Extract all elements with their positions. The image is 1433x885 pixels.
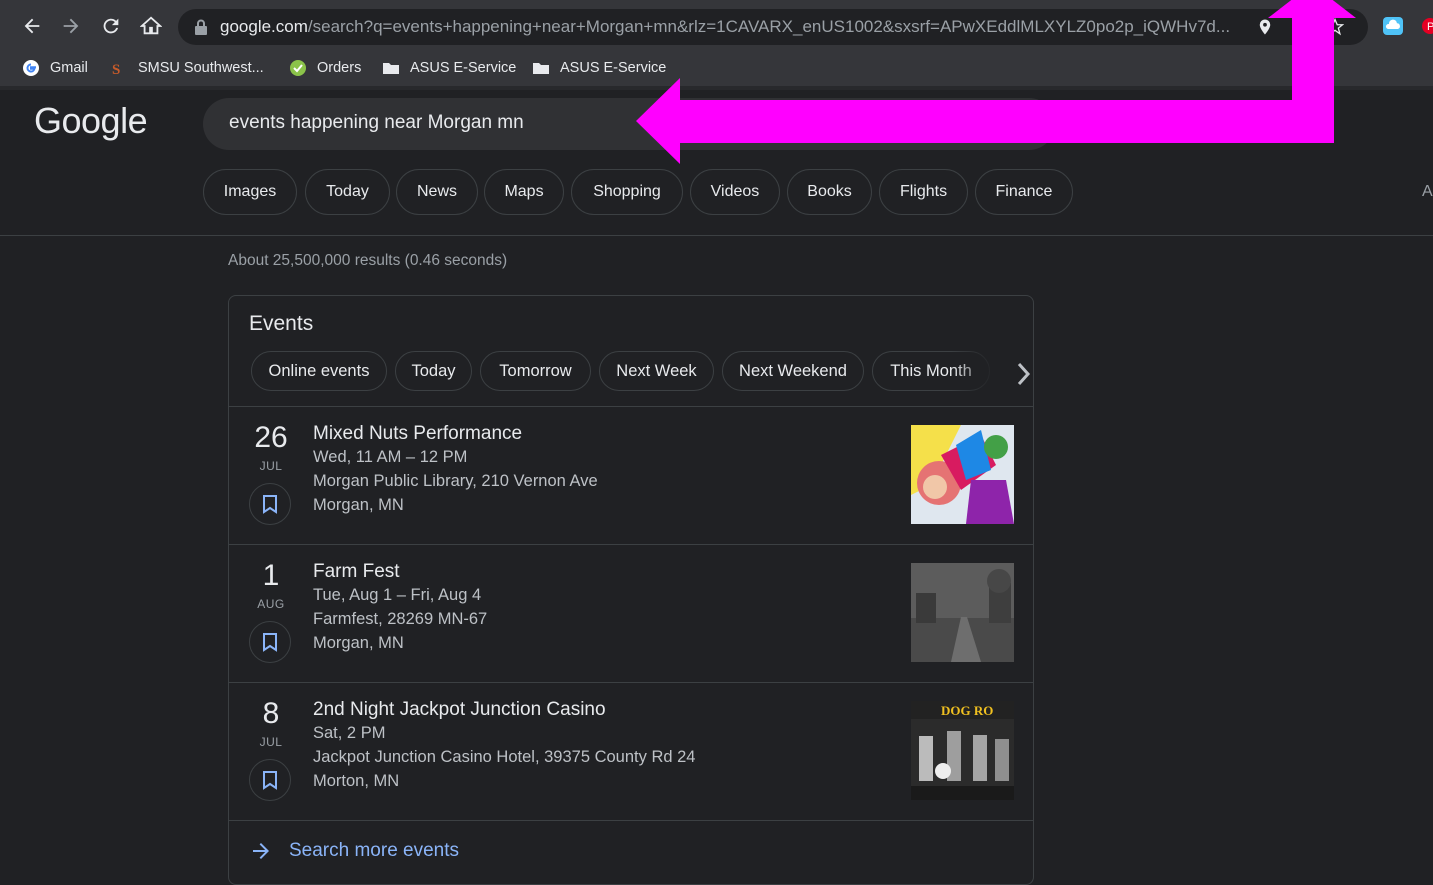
event-item[interactable]: 1 AUG Farm Fest Tue, Aug 1 – Fri, Aug 4 …	[229, 545, 1033, 682]
browser-toolbar: google.com/search?q=events+happening+nea…	[0, 0, 1433, 90]
back-arrow-icon	[24, 18, 40, 34]
event-thumbnail[interactable]	[911, 425, 1014, 524]
tab-images[interactable]: Images	[203, 169, 297, 215]
bookmark-label: SMSU Southwest...	[138, 60, 264, 76]
omnibox-row: google.com/search?q=events+happening+nea…	[0, 0, 1433, 54]
event-thumbnail[interactable]: DOG RO	[911, 701, 1014, 800]
event-month: AUG	[257, 597, 285, 611]
bookmark-icon	[263, 633, 277, 652]
orders-icon	[290, 60, 306, 76]
arrow-right-icon	[253, 843, 269, 859]
filter-tomorrow[interactable]: Tomorrow	[480, 351, 591, 391]
event-item[interactable]: 8 JUL 2nd Night Jackpot Junction Casino …	[229, 683, 1033, 820]
tab-overflow[interactable]: A	[1422, 183, 1433, 201]
bookmark-gmail[interactable]: Gmail	[22, 57, 88, 79]
tab-news[interactable]: News	[396, 169, 478, 215]
event-thumbnail[interactable]	[911, 563, 1014, 662]
svg-text:P: P	[1427, 21, 1433, 33]
reload-icon	[103, 18, 119, 34]
url-text[interactable]: google.com/search?q=events+happening+nea…	[220, 17, 1230, 37]
bookmark-icon	[263, 771, 277, 790]
back-button[interactable]	[18, 12, 46, 40]
tab-finance[interactable]: Finance	[975, 169, 1073, 215]
event-venue: Farmfest, 28269 MN-67	[313, 610, 488, 628]
chevron-right-icon[interactable]	[1013, 360, 1035, 388]
filter-online-events[interactable]: Online events	[251, 351, 387, 391]
save-event-button[interactable]	[249, 621, 291, 663]
cloud-extension-icon[interactable]	[1382, 16, 1404, 36]
bookmark-asus-2[interactable]: ASUS E-Service	[532, 57, 666, 79]
event-day: 8	[262, 697, 280, 730]
event-venue: Jackpot Junction Casino Hotel, 39375 Cou…	[313, 748, 696, 766]
svg-text:S: S	[112, 62, 120, 77]
tab-books[interactable]: Books	[787, 169, 872, 215]
forward-button[interactable]	[57, 12, 85, 40]
url-path: /search?q=events+happening+near+Morgan+m…	[307, 17, 1230, 36]
event-city: Morgan, MN	[313, 634, 404, 652]
bookmark-asus-1[interactable]: ASUS E-Service	[382, 57, 516, 79]
save-event-button[interactable]	[249, 759, 291, 801]
google-icon	[23, 60, 39, 76]
forward-arrow-icon	[63, 18, 79, 34]
location-icon[interactable]	[1256, 18, 1274, 36]
bookmark-label: ASUS E-Service	[560, 60, 667, 76]
url-host: google.com	[220, 17, 308, 36]
filter-today[interactable]: Today	[395, 351, 472, 391]
home-button[interactable]	[137, 12, 165, 40]
reload-button[interactable]	[97, 12, 125, 40]
result-stats: About 25,500,000 results (0.46 seconds)	[228, 252, 508, 269]
event-day: 1	[262, 559, 280, 592]
tab-flights[interactable]: Flights	[879, 169, 968, 215]
pinterest-extension-icon[interactable]: P	[1420, 16, 1433, 36]
event-month: JUL	[259, 459, 283, 473]
event-city: Morton, MN	[313, 772, 400, 790]
search-input[interactable]: events happening near Morgan mn	[203, 98, 1055, 150]
bookmark-label: Orders	[317, 60, 362, 76]
lock-icon	[195, 19, 207, 35]
folder-icon	[533, 63, 549, 74]
header-divider	[0, 235, 1433, 236]
filter-next-week[interactable]: Next Week	[599, 351, 714, 391]
search-more-events-label: Search more events	[289, 840, 460, 861]
bookmark-smsu[interactable]: S SMSU Southwest...	[110, 57, 264, 79]
tab-maps[interactable]: Maps	[484, 169, 564, 215]
event-venue: Morgan Public Library, 210 Vernon Ave	[313, 472, 598, 490]
tab-today[interactable]: Today	[305, 169, 390, 215]
event-day: 26	[254, 421, 288, 454]
poster-text: DOG RO	[941, 703, 993, 718]
home-icon	[140, 16, 162, 35]
event-month: JUL	[259, 735, 283, 749]
search-more-events-link[interactable]: Search more events	[249, 836, 459, 866]
bookmark-label: Gmail	[50, 60, 88, 76]
star-icon[interactable]	[1326, 18, 1344, 36]
tab-shopping[interactable]: Shopping	[571, 169, 683, 215]
bookmark-icon	[263, 495, 277, 514]
event-time: Sat, 2 PM	[313, 724, 386, 742]
filter-next-weekend[interactable]: Next Weekend	[722, 351, 864, 391]
smsu-icon: S	[112, 62, 120, 77]
divider	[229, 820, 1033, 821]
toolbar-border	[0, 86, 1433, 90]
event-item[interactable]: 26 JUL Mixed Nuts Performance Wed, 11 AM…	[229, 407, 1033, 544]
filter-fade	[951, 351, 999, 393]
bookmark-orders[interactable]: Orders	[289, 57, 361, 79]
bookmark-label: ASUS E-Service	[410, 60, 517, 76]
folder-icon	[383, 63, 399, 74]
events-title: Events	[249, 312, 314, 335]
event-name[interactable]: Mixed Nuts Performance	[313, 423, 522, 445]
event-name[interactable]: Farm Fest	[313, 561, 400, 583]
events-card: Events Online events Today Tomorrow Next…	[228, 295, 1034, 885]
save-event-button[interactable]	[249, 483, 291, 525]
event-name[interactable]: 2nd Night Jackpot Junction Casino	[313, 699, 606, 721]
tab-videos[interactable]: Videos	[690, 169, 780, 215]
google-logo[interactable]: Google	[34, 100, 148, 142]
event-time: Wed, 11 AM – 12 PM	[313, 448, 468, 466]
bookmarks-bar: Gmail S SMSU Southwest... Orders ASUS E-…	[0, 54, 1433, 80]
address-bar[interactable]: google.com/search?q=events+happening+nea…	[178, 9, 1368, 45]
event-time: Tue, Aug 1 – Fri, Aug 4	[313, 586, 482, 604]
search-query[interactable]: events happening near Morgan mn	[229, 112, 524, 134]
event-filters: Online events Today Tomorrow Next Week N…	[251, 351, 999, 393]
event-city: Morgan, MN	[313, 496, 404, 514]
